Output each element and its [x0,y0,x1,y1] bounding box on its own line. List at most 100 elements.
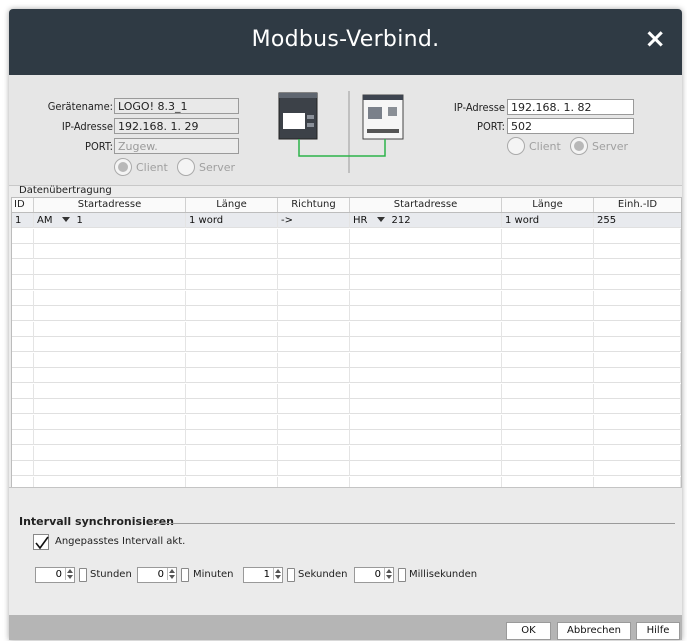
empty-cell [186,461,278,476]
remote-type[interactable]: HR [353,215,367,226]
empty-table-row [12,259,681,275]
seconds-label: Sekunden [298,569,348,580]
local-server-radio[interactable]: Server [177,158,235,176]
col-unit-id[interactable]: Einh.-ID [594,198,681,212]
local-length-cell[interactable]: 1 word [186,213,278,228]
empty-cell [594,321,681,337]
local-type[interactable]: AM [37,215,52,226]
col-local-length[interactable]: Länge [186,198,278,212]
empty-cell [186,399,278,414]
remote-addr[interactable]: 212 [391,215,410,226]
footer-bar: OK Abbrechen Hilfe [9,615,682,640]
empty-cell [350,290,502,306]
direction-cell[interactable]: -> [278,213,350,228]
dropdown-arrow-icon[interactable] [377,217,386,222]
empty-cell [34,337,186,352]
empty-cell [186,244,278,259]
cancel-button[interactable]: Abbrechen [557,622,631,640]
empty-cell [34,244,186,259]
spinner-icon[interactable] [273,568,282,580]
empty-cell [350,461,502,476]
empty-cell [502,275,594,290]
remote-server-radio[interactable]: Server [570,137,628,155]
empty-cell [502,228,594,244]
empty-table-row [12,399,681,414]
device-name-field[interactable]: LOGO! 8.3_1 [114,98,239,114]
empty-table-row [12,275,681,290]
empty-cell [12,259,34,275]
local-server-label: Server [199,160,236,174]
local-ip-field[interactable]: 192.168. 1. 29 [114,118,239,134]
dialog-title: Modbus-Verbind. [251,27,440,52]
empty-cell [34,414,186,430]
empty-cell [502,306,594,321]
local-client-radio[interactable]: Client [114,158,168,176]
empty-cell [12,244,34,259]
empty-cell [350,430,502,445]
spinner-icon[interactable] [167,568,176,580]
local-addr[interactable]: 1 [76,215,82,226]
table-row[interactable]: 1 AM 1 1 word -> HR 212 1 word 255 [12,213,681,228]
remote-length-cell[interactable]: 1 word [502,213,594,228]
empty-cell [350,306,502,321]
empty-cell [350,352,502,368]
empty-cell [502,383,594,399]
remote-client-label: Client [529,139,561,153]
col-remote-length[interactable]: Länge [502,198,594,212]
empty-cell [594,399,681,414]
empty-cell [502,414,594,430]
col-remote-start[interactable]: Startadresse [350,198,502,212]
empty-cell [186,368,278,383]
remote-port-field[interactable]: 502 [507,118,634,134]
empty-table-row [12,383,681,399]
empty-cell [12,430,34,445]
ok-button[interactable]: OK [506,622,551,640]
spinner-icon[interactable] [65,568,74,580]
empty-cell [278,244,350,259]
empty-cell [350,414,502,430]
custom-interval-checkbox[interactable] [33,534,49,550]
empty-cell [12,228,34,244]
spinner-icon[interactable] [384,568,393,580]
dropdown-arrow-icon[interactable] [62,217,71,222]
help-button[interactable]: Hilfe [636,622,680,640]
connection-panel: Gerätename: LOGO! 8.3_1 IP-Adresse 192.1… [9,75,682,186]
empty-cell [350,244,502,259]
remote-port-label: PORT: [477,120,505,133]
col-id[interactable]: ID [12,198,34,212]
empty-cell [594,337,681,352]
empty-cell [12,290,34,306]
col-local-start[interactable]: Startadresse [34,198,186,212]
empty-cell [12,306,34,321]
empty-cell [278,430,350,445]
empty-cell [278,228,350,244]
remote-client-radio[interactable]: Client [507,137,561,155]
unit-id-cell[interactable]: 255 [594,213,681,228]
remote-start-cell[interactable]: HR 212 [350,213,502,228]
local-client-label: Client [136,160,168,174]
logo-device-icon [278,92,318,140]
empty-cell [502,321,594,337]
bracket-icon [79,568,87,582]
bracket-icon [398,568,406,582]
minutes-label: Minuten [193,569,234,580]
title-bar: Modbus-Verbind. × [9,9,682,75]
local-port-field[interactable]: Zugew. [114,138,239,154]
empty-cell [350,228,502,244]
empty-table-row [12,321,681,337]
remote-ip-field[interactable]: 192.168. 1. 82 [507,99,634,115]
empty-cell [12,399,34,414]
connection-diagram-icon [278,91,404,173]
custom-interval-label: Angepasstes Intervall akt. [55,536,186,547]
empty-cell [12,275,34,290]
empty-table-row [12,228,681,244]
empty-cell [350,445,502,461]
milliseconds-label: Millisekunden [409,569,478,580]
empty-cell [186,445,278,461]
empty-table-row [12,352,681,368]
local-start-cell[interactable]: AM 1 [34,213,186,228]
device-name-label: Gerätename: [47,100,113,113]
close-icon[interactable]: × [644,26,666,52]
col-direction[interactable]: Richtung [278,198,350,212]
empty-cell [34,275,186,290]
